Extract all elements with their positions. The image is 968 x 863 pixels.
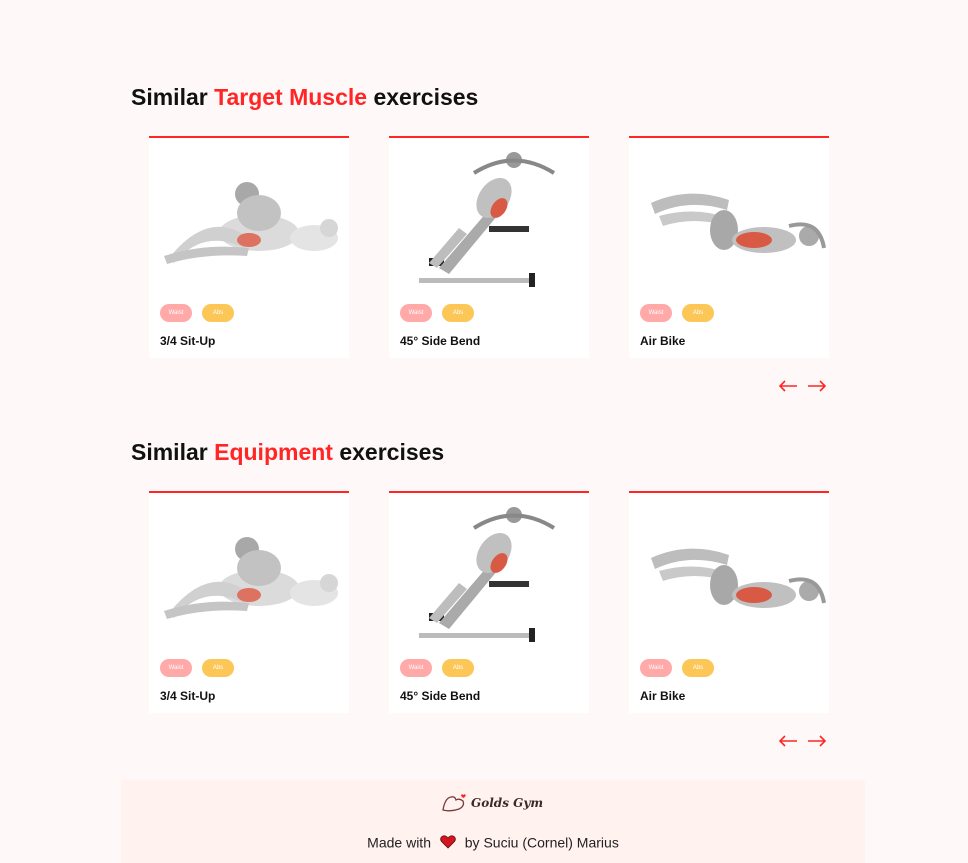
arrow-left-icon[interactable]: [777, 733, 799, 749]
tag-waist[interactable]: Waist: [160, 304, 192, 322]
logo-text: Golds Gym: [471, 796, 544, 810]
made-with-label: Made with: [367, 834, 431, 851]
logo[interactable]: Golds Gym: [441, 790, 551, 816]
title-prefix: Similar: [131, 439, 215, 465]
title-accent: Equipment: [214, 439, 333, 465]
tag-abs[interactable]: Abs: [442, 659, 474, 677]
exercise-name: 3/4 Sit-Up: [160, 334, 216, 348]
exercise-name: Air Bike: [640, 334, 686, 348]
exercise-name: 45° Side Bend: [400, 334, 481, 348]
exercise-image: [419, 152, 556, 287]
exercise-name: 45° Side Bend: [400, 689, 481, 703]
arrow-right-icon[interactable]: [806, 378, 828, 394]
exercise-image: [164, 537, 338, 619]
exercise-card[interactable]: Waist Abs 3/4 Sit-Up: [149, 491, 349, 713]
tag-abs[interactable]: Abs: [202, 304, 234, 322]
exercise-image: [651, 193, 826, 253]
title-accent: Target Muscle: [214, 84, 368, 110]
section-title: Similar Target Muscle exercises: [131, 84, 478, 111]
exercise-card[interactable]: Waist Abs Air Bike: [629, 136, 829, 358]
exercise-image: [164, 182, 338, 264]
exercise-name: Air Bike: [640, 689, 686, 703]
exercise-name: 3/4 Sit-Up: [160, 689, 216, 703]
exercise-card[interactable]: Waist Abs 45° Side Bend: [389, 136, 589, 358]
title-suffix: exercises: [367, 84, 479, 110]
title-suffix: exercises: [332, 439, 445, 465]
tag-abs[interactable]: Abs: [682, 659, 714, 677]
section-title: Similar Equipment exercises: [131, 439, 444, 466]
tag-abs[interactable]: Abs: [682, 304, 714, 322]
tag-waist[interactable]: Waist: [400, 659, 432, 677]
heart-icon: [440, 835, 456, 849]
tag-abs[interactable]: Abs: [202, 659, 234, 677]
flexed-arm-icon: [442, 794, 466, 812]
footer: Golds Gym Made with by Suciu (Cornel) Ma…: [121, 780, 865, 863]
tag-abs[interactable]: Abs: [442, 304, 474, 322]
tag-waist[interactable]: Waist: [640, 659, 672, 677]
tag-waist[interactable]: Waist: [640, 304, 672, 322]
exercise-image: [419, 507, 556, 642]
author-text: by Suciu (Cornel) Marius: [464, 834, 619, 851]
arrow-right-icon[interactable]: [806, 733, 828, 749]
arrow-left-icon[interactable]: [777, 378, 799, 394]
exercise-card[interactable]: Waist Abs 3/4 Sit-Up: [149, 136, 349, 358]
exercise-card[interactable]: Waist Abs Air Bike: [629, 491, 829, 713]
exercise-card[interactable]: Waist Abs 45° Side Bend: [389, 491, 589, 713]
exercise-image: [651, 548, 826, 608]
tag-waist[interactable]: Waist: [160, 659, 192, 677]
tag-waist[interactable]: Waist: [400, 304, 432, 322]
title-prefix: Similar: [131, 84, 215, 110]
made-with-text: Made with by Suciu (Cornel) Marius: [121, 833, 865, 850]
